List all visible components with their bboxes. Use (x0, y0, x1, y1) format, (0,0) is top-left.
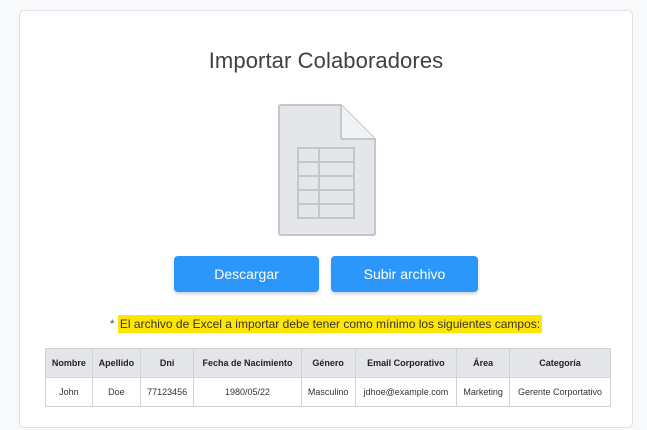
table-cell: Gerente Corportativo (508, 377, 612, 407)
column-header: Dni (140, 348, 195, 378)
note-asterisk: * (109, 317, 115, 331)
column-header: Nombre (45, 348, 93, 378)
table-row: John Doe 77123456 1980/05/22 Masculino j… (45, 377, 612, 407)
fields-table: Nombre Apellido Dni Fecha de Nacimiento … (45, 348, 612, 407)
spreadsheet-file-icon (277, 103, 377, 237)
table-cell: Marketing (456, 377, 510, 407)
table-cell: 77123456 (140, 377, 195, 407)
column-header: Fecha de Nacimiento (193, 348, 302, 378)
column-header: Categoría (508, 348, 612, 378)
column-header: Apellido (91, 348, 142, 378)
required-fields-note: * El archivo de Excel a importar debe te… (20, 315, 632, 333)
action-buttons: Descargar plantilla Subir archivo excel (20, 256, 632, 318)
table-cell: Doe (91, 377, 142, 407)
page-title: Importar Colaboradores (208, 48, 444, 73)
import-card: Importar Colaboradores Descargar plantil… (19, 10, 633, 428)
upload-excel-button[interactable]: Subir archivo excel (331, 256, 478, 318)
download-template-button[interactable]: Descargar plantilla (174, 256, 319, 318)
note-text: El archivo de Excel a importar debe tene… (117, 315, 543, 333)
table-cell: Masculino (300, 377, 356, 407)
table-header-row: Nombre Apellido Dni Fecha de Nacimiento … (45, 348, 612, 378)
column-header: Área (456, 348, 510, 378)
column-header: Email Corporativo (354, 348, 458, 378)
table-cell: jdhoe@example.com (354, 377, 458, 407)
table-cell: John (45, 377, 93, 407)
table-cell: 1980/05/22 (193, 377, 302, 407)
column-header: Género (300, 348, 356, 378)
